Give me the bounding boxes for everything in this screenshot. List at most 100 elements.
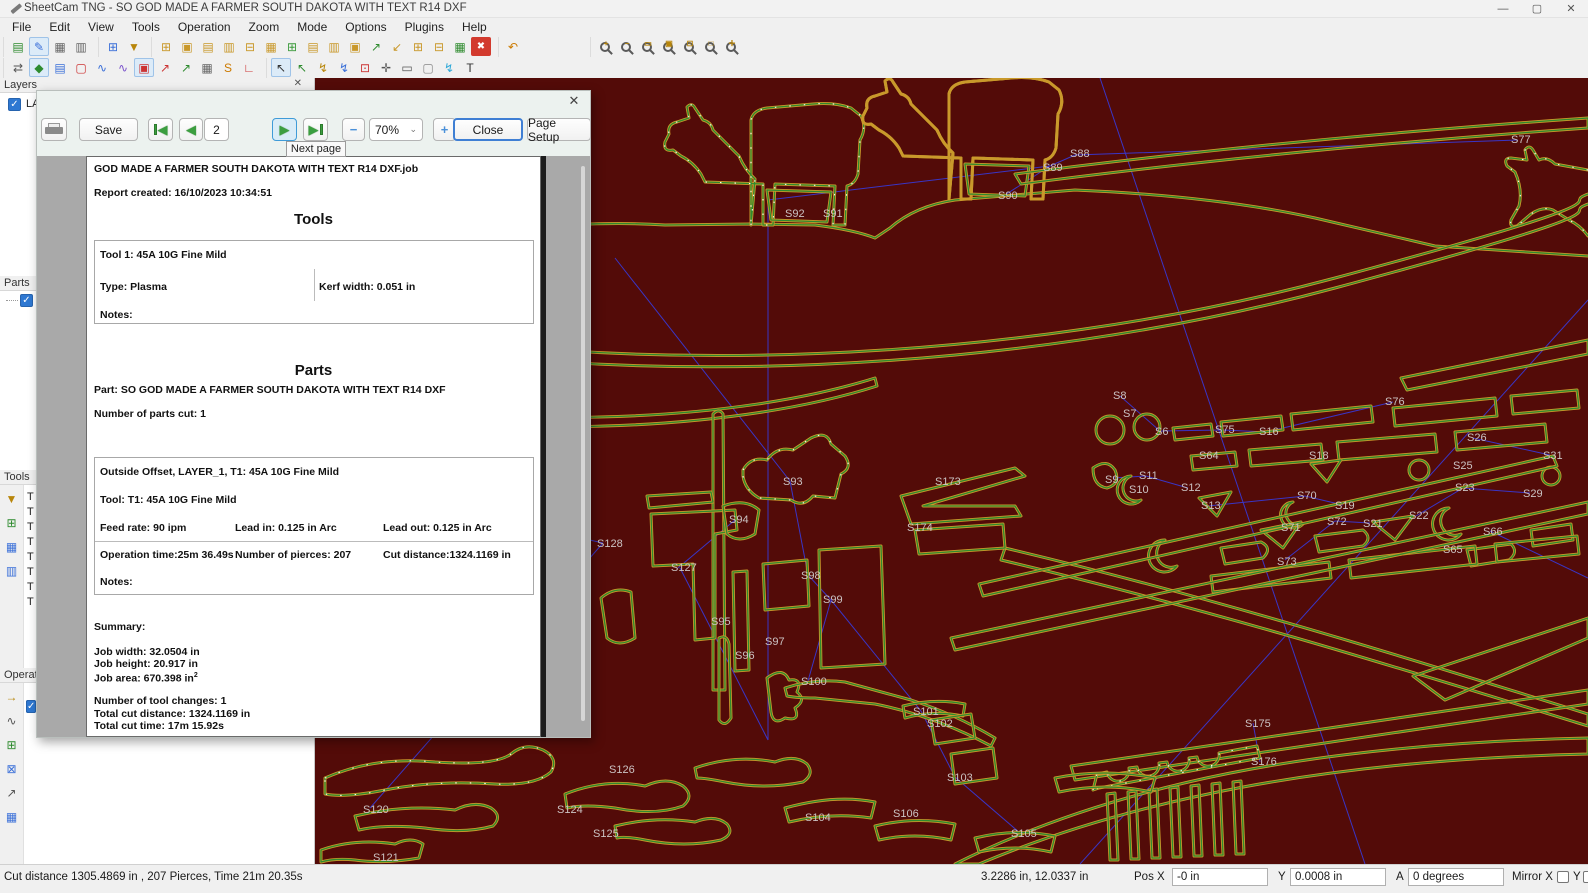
zoom-out-icon[interactable]: −	[616, 37, 636, 56]
shape-label-s91: S91	[823, 208, 843, 220]
export-path-icon[interactable]: ↗	[366, 37, 386, 56]
operation-checkbox[interactable]: ✓	[26, 700, 36, 713]
operation-item[interactable]: ✓	[26, 696, 36, 714]
path-rules2-icon[interactable]: ∿	[113, 58, 133, 77]
select-box-icon[interactable]: ▭	[397, 58, 417, 77]
material-icon[interactable]: ◆	[29, 58, 49, 77]
last-page-button[interactable]: ▶	[303, 118, 328, 141]
op-table-icon[interactable]: ▦	[2, 808, 21, 826]
op-delete-icon[interactable]: ⊠	[2, 760, 21, 778]
tool-alert-icon[interactable]: ▥	[2, 562, 21, 580]
close-button[interactable]: ✕	[1554, 0, 1588, 18]
part-item[interactable]: ✓	[6, 294, 33, 307]
import-path-icon[interactable]: ↙	[387, 37, 407, 56]
part-checkbox[interactable]: ✓	[20, 294, 33, 307]
menu-zoom[interactable]: Zoom	[241, 19, 288, 35]
jog-arrow-icon[interactable]: ↗	[155, 58, 175, 77]
edit-path-icon[interactable]: ▣	[345, 37, 365, 56]
select-contour-icon[interactable]: ⊡	[355, 58, 375, 77]
tool-post-icon[interactable]: ▼	[2, 490, 21, 508]
menu-help[interactable]: Help	[454, 19, 495, 35]
new-job-icon[interactable]: ▤	[8, 37, 28, 56]
menu-view[interactable]: View	[80, 19, 122, 35]
print-report-button[interactable]	[41, 118, 67, 141]
zoom-level-select[interactable]: 70% ⌄	[369, 118, 423, 141]
menu-file[interactable]: File	[4, 19, 39, 35]
part-info-icon[interactable]: ▥	[219, 37, 239, 56]
measure-icon[interactable]: ↗	[176, 58, 196, 77]
run-post-icon[interactable]: ▼	[124, 37, 144, 56]
pan-move-icon[interactable]: ✛	[376, 58, 396, 77]
page-number-field[interactable]: 2	[204, 118, 229, 141]
op-gcode-icon[interactable]: ⊞	[2, 736, 21, 754]
new-tool-icon[interactable]: ⊞	[2, 514, 21, 532]
page-setup-button[interactable]: Page Setup	[527, 118, 591, 141]
menu-mode[interactable]: Mode	[289, 19, 335, 35]
menu-options[interactable]: Options	[337, 19, 394, 35]
op-edit-icon[interactable]: ↗	[2, 784, 21, 802]
op-drill-icon[interactable]: ∿	[2, 712, 21, 730]
zoom-part-icon[interactable]: □	[700, 37, 720, 56]
zoom-extents-icon[interactable]: ⊡	[679, 37, 699, 56]
snap-cursor-icon[interactable]: ↯	[313, 58, 333, 77]
layer-checkbox[interactable]: ✓	[8, 98, 21, 111]
lower-path-icon[interactable]: ⊟	[429, 37, 449, 56]
maximize-button[interactable]: ▢	[1520, 0, 1554, 18]
machine-icon[interactable]: ▦	[197, 58, 217, 77]
insert-part-icon[interactable]: ▣	[177, 37, 197, 56]
edit-part-icon[interactable]: ▣	[134, 58, 154, 77]
add-path-icon[interactable]: ⊞	[282, 37, 302, 56]
minimize-button[interactable]: —	[1486, 0, 1520, 18]
undo-icon[interactable]: ↶	[503, 37, 523, 56]
first-page-button[interactable]: ◀	[148, 118, 173, 141]
zoom-in-icon[interactable]: +	[595, 37, 615, 56]
pos-x-field[interactable]: -0 in	[1172, 868, 1268, 886]
previous-page-button[interactable]: ◀	[179, 118, 203, 141]
add-text-icon[interactable]: T	[460, 58, 480, 77]
preview-scrollbar[interactable]	[581, 166, 585, 721]
contours-icon[interactable]: ▢	[71, 58, 91, 77]
mirror-x-checkbox[interactable]	[1557, 871, 1569, 883]
menu-tools[interactable]: Tools	[124, 19, 168, 35]
zoom-out-button[interactable]: −	[342, 118, 365, 141]
op-move-icon[interactable]: →	[2, 688, 21, 706]
calculator-icon[interactable]: ⊞	[103, 37, 123, 56]
start-point-icon[interactable]: S	[218, 58, 238, 77]
show-xy-icon[interactable]: ⇄	[8, 58, 28, 77]
raise-path-icon[interactable]: ⊞	[408, 37, 428, 56]
path-rules-icon[interactable]: ∿	[92, 58, 112, 77]
mirror-y-checkbox[interactable]	[1583, 871, 1588, 883]
array-part-icon[interactable]: ▤	[198, 37, 218, 56]
menu-operation[interactable]: Operation	[170, 19, 239, 35]
path-table-icon[interactable]: ▦	[450, 37, 470, 56]
menu-edit[interactable]: Edit	[41, 19, 78, 35]
zoom-pan-icon[interactable]: ✛	[721, 37, 741, 56]
select-start-icon[interactable]: ↖	[292, 58, 312, 77]
close-dialog-button[interactable]: Close	[453, 118, 523, 141]
job-options-icon[interactable]: ▤	[50, 58, 70, 77]
select-dashed-icon[interactable]: ▢	[418, 58, 438, 77]
path-folder-icon[interactable]: ▤	[303, 37, 323, 56]
layers-panel-close-icon[interactable]: ✕	[294, 78, 302, 89]
corner-icon[interactable]: ∟	[239, 58, 259, 77]
paste-part-icon[interactable]: ▦	[261, 37, 281, 56]
next-page-button[interactable]: ▶	[272, 118, 297, 141]
select-cursor-icon[interactable]: ↖	[271, 58, 291, 77]
edit-job-icon[interactable]: ✎	[29, 37, 49, 56]
zoom-material-icon[interactable]: ▣	[658, 37, 678, 56]
menu-plugins[interactable]: Plugins	[397, 19, 452, 35]
plot-icon[interactable]: ▥	[71, 37, 91, 56]
tool-table-icon[interactable]: ▦	[2, 538, 21, 556]
copy-part-icon[interactable]: ⊟	[240, 37, 260, 56]
print-icon[interactable]: ▦	[50, 37, 70, 56]
pos-y-field[interactable]: 0.0008 in	[1290, 868, 1386, 886]
angle-field[interactable]: 0 degrees	[1408, 868, 1504, 886]
move-path-icon[interactable]: ▥	[324, 37, 344, 56]
add-part-icon[interactable]: ⊞	[156, 37, 176, 56]
snap-cursor2-icon[interactable]: ↯	[334, 58, 354, 77]
delete-icon[interactable]: ✖	[471, 37, 491, 56]
quick-bolt-icon[interactable]: ↯	[439, 58, 459, 77]
save-report-button[interactable]: Save	[79, 118, 138, 141]
zoom-window-icon[interactable]: ▭	[637, 37, 657, 56]
dialog-close-icon[interactable]: ✕	[566, 93, 582, 109]
